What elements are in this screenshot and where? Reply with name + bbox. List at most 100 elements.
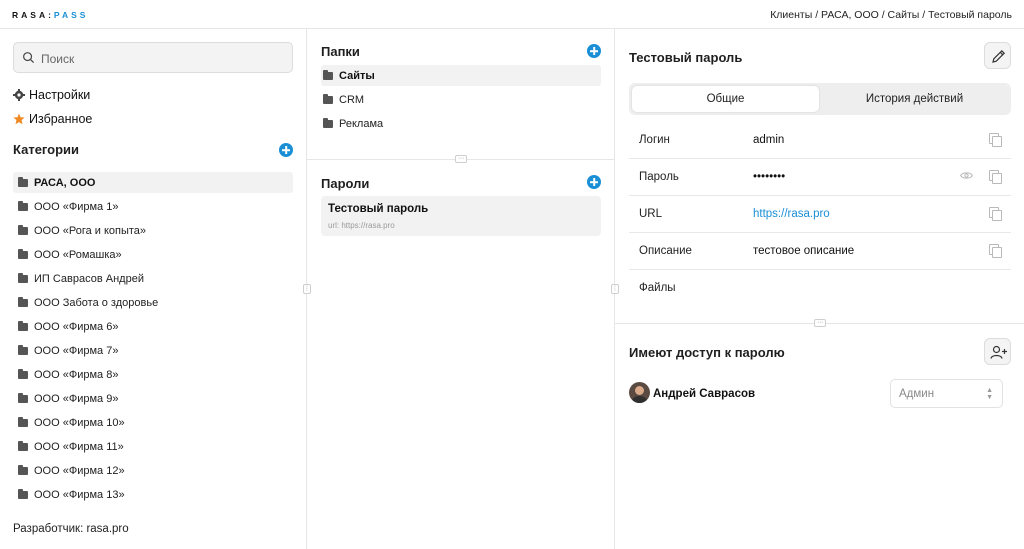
field-password: Пароль •••••••• xyxy=(629,159,1011,196)
field-login-value[interactable]: admin xyxy=(753,134,784,146)
category-item-label: ООО «Фирма 9» xyxy=(34,392,119,405)
folder-icon xyxy=(18,320,28,331)
password-title: Тестовый пароль xyxy=(629,50,743,65)
field-files-label: Файлы xyxy=(639,282,676,294)
password-list-item[interactable]: Тестовый пароль url: https://rasa.pro xyxy=(321,196,601,236)
folder-item-label: Реклама xyxy=(339,117,384,130)
category-item[interactable]: ООО «Фирма 6» xyxy=(13,316,293,337)
field-description-label: Описание xyxy=(639,245,692,257)
tab-history[interactable]: История действий xyxy=(821,86,1008,112)
field-url-link[interactable]: https://rasa.pro xyxy=(753,208,830,220)
field-login-label: Логин xyxy=(639,134,670,146)
edit-button[interactable] xyxy=(984,42,1011,69)
category-item-label: ООО «Фирма 11» xyxy=(34,440,124,453)
category-item[interactable]: ООО «Фирма 11» xyxy=(13,436,293,457)
settings-link[interactable]: Настройки xyxy=(13,88,90,102)
category-item[interactable]: ООО «Рога и копыта» xyxy=(13,220,293,241)
category-item-label: ООО «Фирма 6» xyxy=(34,320,119,333)
folder-icon xyxy=(323,69,333,80)
favorites-link[interactable]: Избранное xyxy=(13,112,92,126)
passwords-title: Пароли xyxy=(321,176,370,191)
category-item-label: ООО «Фирма 13» xyxy=(34,488,125,501)
category-item[interactable]: ООО «Фирма 7» xyxy=(13,340,293,361)
sidebar: Поиск Настройки Избранное Категории РАСА… xyxy=(0,29,307,549)
breadcrumb[interactable]: Клиенты / РАСА, ООО / Сайты / Тестовый п… xyxy=(770,9,1012,21)
folder-icon xyxy=(18,488,28,499)
category-item[interactable]: ООО «Ромашка» xyxy=(13,244,293,265)
add-category-button[interactable] xyxy=(279,143,293,157)
categories-title: Категории xyxy=(13,142,80,157)
access-title: Имеют доступ к паролю xyxy=(629,345,785,360)
search-input[interactable]: Поиск xyxy=(13,42,293,73)
search-icon xyxy=(23,52,35,64)
field-description: Описание тестовое описание xyxy=(629,233,1011,270)
password-detail-panel: Тестовый пароль Общие История действий Л… xyxy=(615,29,1024,549)
category-item[interactable]: ИП Саврасов Андрей xyxy=(13,268,293,289)
folders-list: Сайты CRM Реклама xyxy=(321,65,601,137)
folder-item[interactable]: CRM xyxy=(321,89,601,110)
app-logo[interactable]: RASA:PASS xyxy=(12,10,88,20)
field-password-label: Пароль xyxy=(639,171,679,183)
star-icon xyxy=(13,113,25,125)
folder-icon xyxy=(18,440,28,451)
avatar xyxy=(629,382,650,403)
copy-icon[interactable] xyxy=(989,133,1002,147)
field-url-label: URL xyxy=(639,208,663,220)
detail-tabs: Общие История действий xyxy=(629,83,1011,115)
eye-icon[interactable] xyxy=(960,171,973,180)
favorites-label: Избранное xyxy=(29,112,93,126)
folder-item[interactable]: Сайты xyxy=(321,65,601,86)
category-item[interactable]: ООО «Фирма 13» xyxy=(13,484,293,505)
logo-part-2: PASS xyxy=(53,10,89,20)
category-item[interactable]: ООО «Фирма 1» xyxy=(13,196,293,217)
password-item-title: Тестовый пароль xyxy=(328,203,429,215)
tab-general[interactable]: Общие xyxy=(632,86,819,112)
copy-icon[interactable] xyxy=(989,170,1002,184)
category-item-label: ООО «Фирма 1» xyxy=(34,200,119,213)
category-item[interactable]: РАСА, ООО xyxy=(13,172,293,193)
field-files: Файлы xyxy=(629,270,1011,307)
category-item-label: ООО «Фирма 12» xyxy=(34,464,125,477)
folder-icon xyxy=(18,272,28,283)
category-item[interactable]: ООО Забота о здоровье xyxy=(13,292,293,313)
settings-label: Настройки xyxy=(29,88,91,102)
gear-icon xyxy=(13,89,25,101)
copy-icon[interactable] xyxy=(989,244,1002,258)
folder-icon xyxy=(18,176,28,187)
add-user-button[interactable] xyxy=(984,338,1011,365)
password-fields: Логин admin Пароль •••••••• URL https://… xyxy=(629,122,1011,307)
top-bar: RASA:PASS Клиенты / РАСА, ООО / Сайты / … xyxy=(0,0,1024,29)
category-item-label: РАСА, ООО xyxy=(34,176,96,189)
add-password-button[interactable] xyxy=(587,175,601,189)
folder-icon xyxy=(18,224,28,235)
category-item-label: ИП Саврасов Андрей xyxy=(34,272,144,285)
category-item-label: ООО «Фирма 8» xyxy=(34,368,119,381)
category-item-label: ООО «Ромашка» xyxy=(34,248,122,261)
add-folder-button[interactable] xyxy=(587,44,601,58)
role-select[interactable]: Админ ▲ ▼ xyxy=(890,379,1003,408)
folder-icon xyxy=(18,344,28,355)
category-item[interactable]: ООО «Фирма 8» xyxy=(13,364,293,385)
pencil-icon xyxy=(992,49,1006,63)
category-item[interactable]: ООО «Фирма 10» xyxy=(13,412,293,433)
folder-icon xyxy=(323,117,333,128)
folders-resize-handle[interactable]: ⋯ xyxy=(455,155,467,163)
categories-list: РАСА, ООО ООО «Фирма 1» ООО «Рога и копыта… xyxy=(13,172,293,508)
folders-passwords-panel: Папки Сайты CRM Реклама ⋯ Пароли Тестовый … xyxy=(307,29,615,549)
password-item-url: url: https://rasa.pro xyxy=(328,221,395,230)
user-name: Андрей Саврасов xyxy=(653,388,756,400)
folder-item-label: Сайты xyxy=(339,69,375,82)
folder-item-label: CRM xyxy=(339,93,365,106)
folder-icon xyxy=(18,392,28,403)
logo-part-1: RASA: xyxy=(12,10,54,20)
category-item[interactable]: ООО «Фирма 9» xyxy=(13,388,293,409)
category-item[interactable]: ООО «Фирма 12» xyxy=(13,460,293,481)
developer-credit[interactable]: Разработчик: rasa.pro xyxy=(13,523,129,535)
folder-item[interactable]: Реклама xyxy=(321,113,601,134)
detail-resize-handle[interactable]: ⋯ xyxy=(814,319,826,327)
field-description-value[interactable]: тестовое описание xyxy=(753,245,854,257)
field-password-value[interactable]: •••••••• xyxy=(753,171,785,183)
folder-icon xyxy=(323,93,333,104)
chevron-up-down-icon: ▲ ▼ xyxy=(986,387,993,401)
copy-icon[interactable] xyxy=(989,207,1002,221)
